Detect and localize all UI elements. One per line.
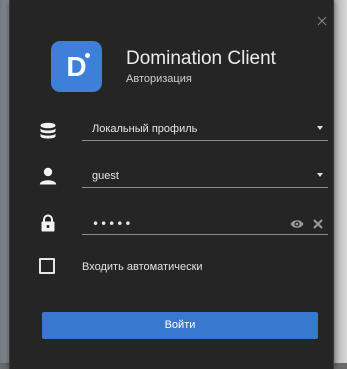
background-left [0,0,8,369]
profile-select-value: Локальный профиль [92,123,198,135]
lock-icon [41,214,55,232]
username-value: guest [92,170,119,182]
background-right [334,0,347,369]
logo-dot [85,53,90,58]
profile-select[interactable]: Локальный профиль [82,121,328,141]
database-icon [40,122,56,139]
close-button[interactable] [315,14,329,28]
app-title: Domination Client [126,48,276,69]
password-field[interactable]: ••••• [82,215,328,235]
auto-login-checkbox[interactable] [39,258,55,274]
close-icon [317,16,327,26]
login-window: D Domination Client Авторизация Локальны… [9,0,334,369]
chevron-down-icon [317,126,323,130]
chevron-down-icon [317,173,323,177]
app-logo: D [51,41,102,92]
password-value: ••••• [92,217,133,231]
logo-letter: D [66,51,87,82]
user-icon [39,167,57,185]
login-button[interactable]: Войти [42,312,318,339]
app-subtitle: Авторизация [126,73,192,85]
clear-icon[interactable] [313,219,323,229]
username-select[interactable]: guest [82,168,328,188]
eye-icon[interactable] [290,218,304,230]
auto-login-label: Входить автоматически [82,261,203,273]
